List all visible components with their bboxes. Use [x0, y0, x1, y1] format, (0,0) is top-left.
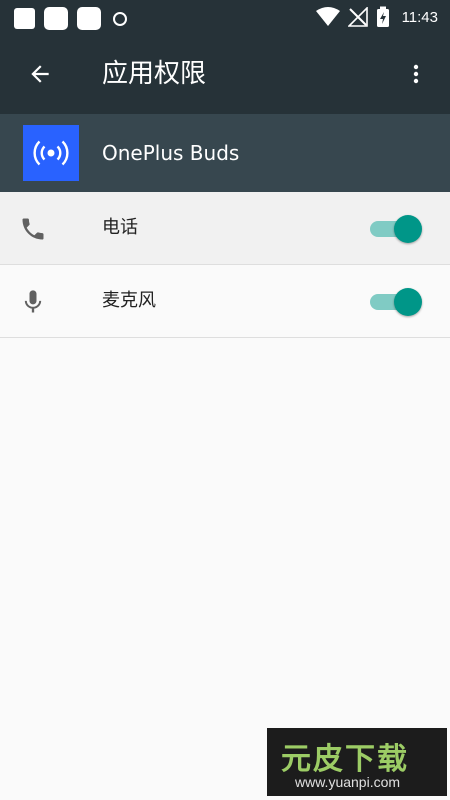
status-system-icons: 11:43 — [315, 6, 438, 28]
app-header: OnePlus Buds — [0, 114, 450, 192]
phone-icon — [18, 214, 48, 244]
broadcast-icon — [33, 140, 69, 166]
back-button[interactable] — [22, 56, 58, 92]
notification-square-icon — [14, 8, 35, 29]
more-options-button[interactable] — [398, 56, 434, 92]
shield-icon — [113, 11, 127, 26]
permission-label: 电话 — [102, 217, 138, 238]
app-icon — [23, 125, 79, 181]
page-title: 应用权限 — [102, 59, 207, 89]
mic-icon — [18, 287, 48, 317]
arrow-left-icon — [31, 65, 49, 83]
permission-toggle-microphone[interactable] — [370, 287, 422, 317]
status-notification-icons — [14, 7, 127, 30]
app-name: OnePlus Buds — [102, 141, 240, 165]
notification-rounded-icon — [44, 7, 68, 30]
watermark-url: www.yuanpi.com — [295, 774, 401, 790]
toolbar: 应用权限 — [0, 34, 450, 114]
permission-row-phone[interactable]: 电话 — [0, 192, 450, 265]
battery-charging-icon — [376, 6, 389, 27]
permission-row-microphone[interactable]: 麦克风 — [0, 265, 450, 338]
status-time: 11:43 — [401, 8, 438, 26]
notification-rounded-icon — [77, 7, 101, 30]
permission-label: 麦克风 — [102, 290, 156, 311]
more-vert-icon — [413, 64, 419, 84]
watermark: 元皮下载 www.yuanpi.com — [267, 728, 447, 796]
wifi-icon — [315, 7, 340, 26]
status-bar: 11:43 — [0, 0, 450, 34]
watermark-brand: 元皮下载 — [281, 742, 409, 777]
no-signal-icon — [347, 7, 368, 27]
toggle-thumb — [394, 288, 422, 316]
permission-toggle-phone[interactable] — [370, 214, 422, 244]
toggle-thumb — [394, 215, 422, 243]
